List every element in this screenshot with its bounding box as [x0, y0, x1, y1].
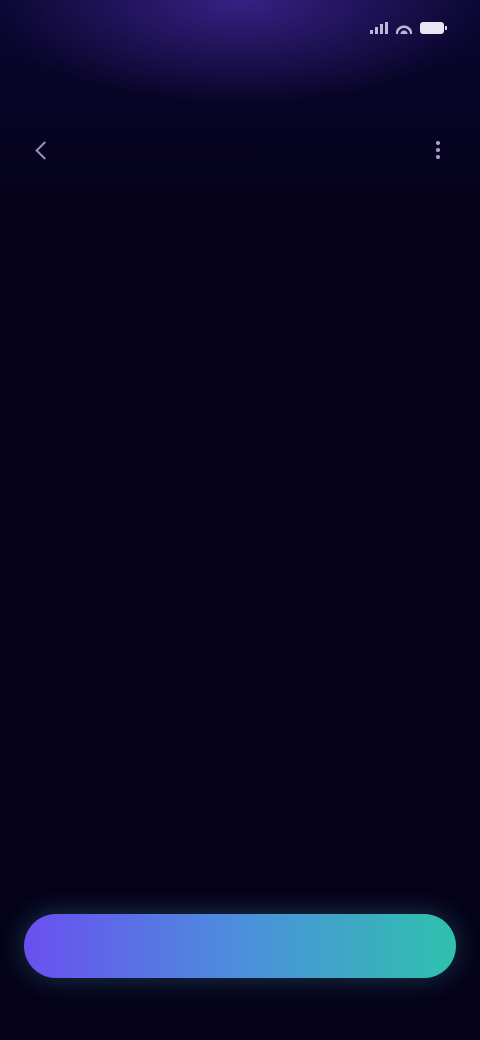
- app-screen: [0, 0, 480, 1040]
- chevron-left-icon: [34, 140, 54, 160]
- primary-action-button[interactable]: [24, 914, 456, 978]
- status-icons: [370, 22, 447, 34]
- wifi-icon: [396, 22, 412, 34]
- status-bar: [0, 0, 480, 64]
- more-vertical-icon: [436, 148, 440, 152]
- back-button[interactable]: [24, 132, 60, 168]
- more-options-button[interactable]: [420, 132, 456, 168]
- battery-icon: [420, 22, 447, 34]
- signal-icon: [370, 22, 388, 34]
- top-bar: [0, 124, 480, 176]
- empty-state: [40, 462, 440, 482]
